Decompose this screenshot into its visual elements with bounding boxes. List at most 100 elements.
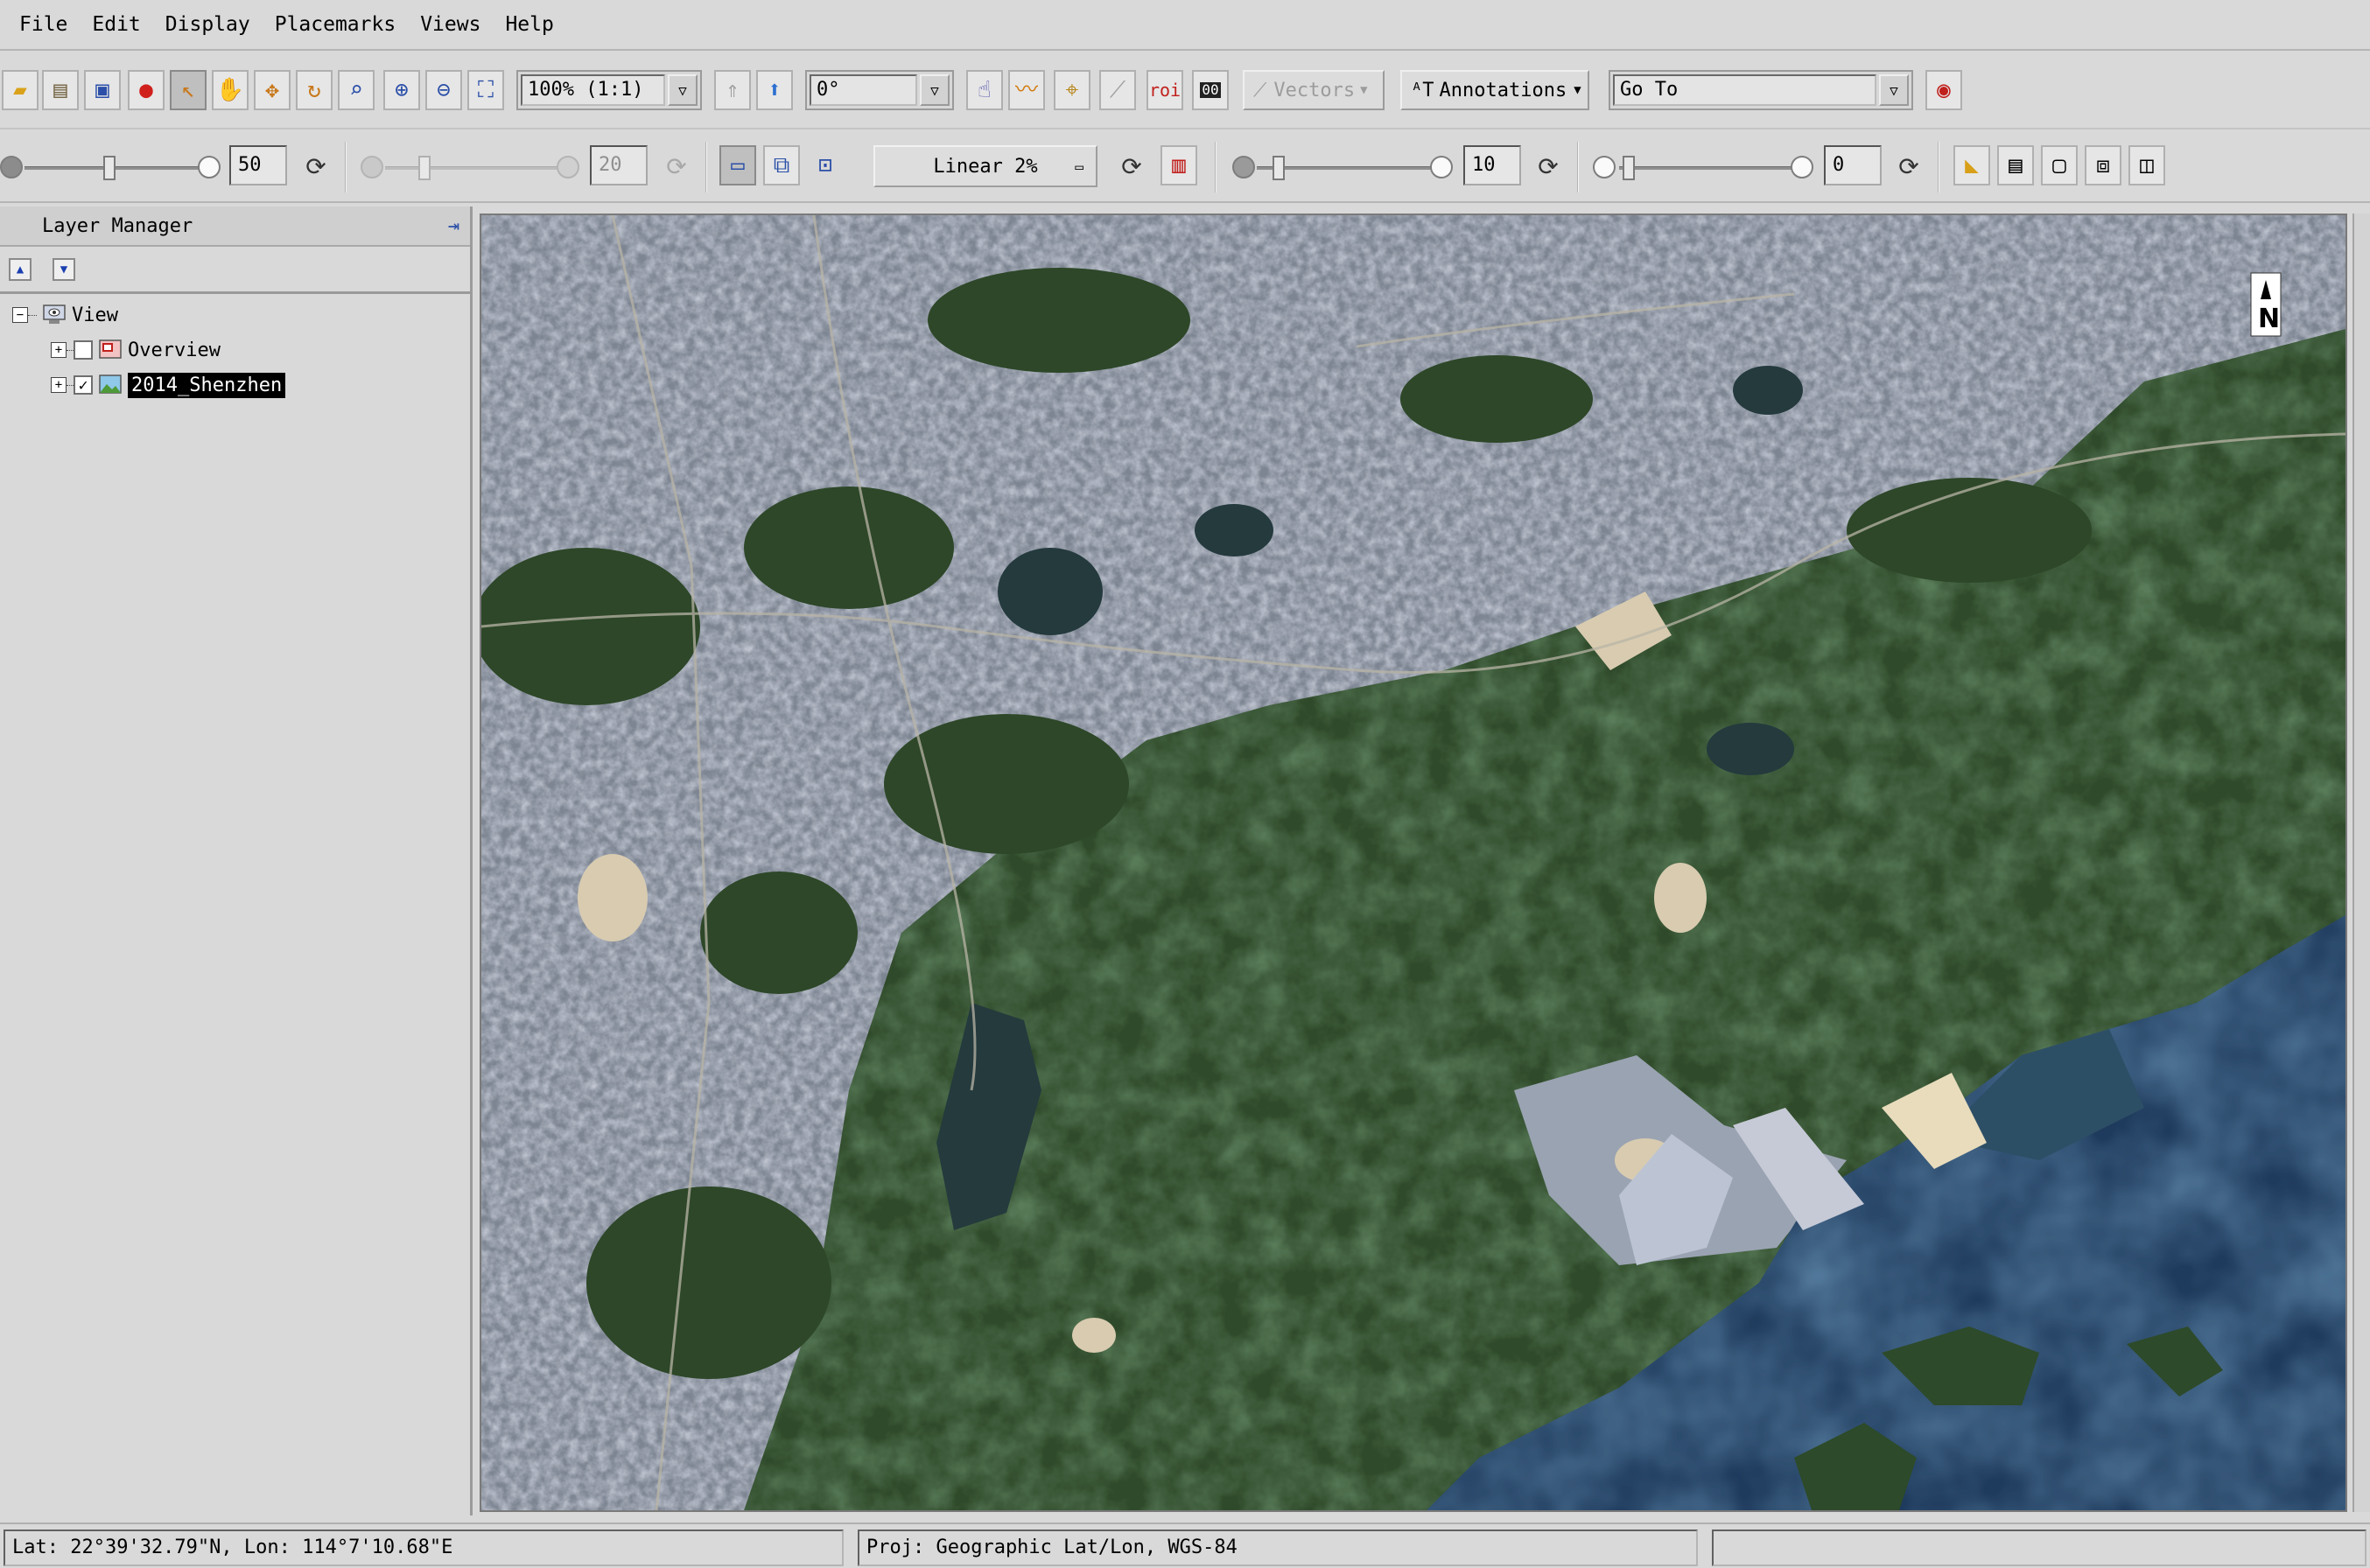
menu-placemarks[interactable]: Placemarks — [263, 0, 408, 50]
goto-input[interactable]: Go To — [1613, 74, 1876, 106]
menu-display[interactable]: Display — [153, 0, 263, 50]
tree-root-view[interactable]: − View — [12, 299, 118, 331]
crosshair-button[interactable]: ⌖ — [1054, 70, 1090, 110]
rotation-combo[interactable]: 0° ▽ — [805, 70, 954, 110]
projection-readout: Proj: Geographic Lat/Lon, WGS-84 — [858, 1530, 1698, 1566]
rotation-value[interactable]: 0° — [810, 74, 917, 106]
portal-button[interactable]: ◣ — [1953, 145, 1990, 186]
zoom-out-button[interactable]: ⊖ — [425, 70, 462, 110]
menu-edit[interactable]: Edit — [80, 0, 152, 50]
layer-row-2014-shenzhen[interactable]: + ✓ 2014_Shenzhen — [51, 369, 286, 401]
layer-visibility-checkbox[interactable] — [74, 340, 93, 360]
sharpen-reset-button[interactable]: ⟳ — [1530, 147, 1567, 186]
flicker-button[interactable]: ▢ — [2041, 145, 2078, 186]
contrast-min-icon — [361, 156, 383, 178]
view-extent-button[interactable]: ⊡ — [807, 145, 844, 186]
annotations-label: Annotations — [1439, 79, 1567, 102]
blend-button[interactable]: ▤ — [1997, 145, 2034, 186]
menu-help[interactable]: Help — [493, 0, 565, 50]
contrast-thumb[interactable] — [418, 156, 431, 180]
portal-icon: ◣ — [1965, 152, 1979, 178]
open-file-button[interactable]: ▰ — [2, 70, 39, 110]
goto-button[interactable]: ◉ — [1925, 70, 1962, 110]
transparency-slider[interactable] — [1619, 166, 1794, 170]
layer-row-overview[interactable]: + Overview — [51, 334, 221, 366]
stretch-dropdown[interactable]: Linear 2% ▭ — [873, 145, 1097, 187]
move-up-button[interactable]: ▲ — [9, 257, 32, 281]
select-icon: ↖ — [181, 77, 195, 103]
menu-views[interactable]: Views — [408, 0, 493, 50]
contrast-value[interactable]: 20 — [590, 145, 648, 186]
select-tool-button[interactable]: ↖ — [170, 70, 207, 110]
zoom-value[interactable]: 100% (1:1) — [521, 74, 665, 106]
contrast-slider[interactable] — [385, 166, 560, 170]
chip-view-button[interactable]: ▣ — [84, 70, 121, 110]
refresh-icon: ⟳ — [666, 151, 687, 181]
zoom-combo[interactable]: 100% (1:1) ▽ — [516, 70, 702, 110]
cursor-value-button[interactable]: ☝ — [966, 70, 1003, 110]
brightness-thumb[interactable] — [103, 156, 116, 180]
separator — [1577, 142, 1579, 192]
histogram-button[interactable]: ▥ — [1160, 145, 1197, 186]
chevron-down-icon[interactable]: ▽ — [920, 74, 950, 106]
main-toolbar: ▰ ▤ ▣ ● ↖ ✋ ✥ ↻ ⌕ ⊕ ⊖ ⛶ 100% (1:1) ▽ ⇑ ⬆… — [0, 54, 2370, 130]
roi-button[interactable]: roi — [1146, 70, 1183, 110]
brightness-value[interactable]: 50 — [229, 145, 287, 186]
layer-manager-title: Layer Manager — [42, 214, 193, 237]
pan-tool-button[interactable]: ✋ — [212, 70, 249, 110]
histogram-icon: ▥ — [1172, 152, 1186, 178]
layer-manager-header: Layer Manager ⇥ — [0, 206, 470, 247]
open-icon: ▰ — [13, 77, 27, 103]
zoom-fit-button[interactable]: ⛶ — [467, 70, 504, 110]
goto-combo[interactable]: Go To ▽ — [1609, 70, 1913, 110]
zoom-tool-icon: ⌕ — [349, 77, 363, 103]
dock-icon[interactable]: ⇥ — [448, 215, 459, 237]
satellite-image[interactable]: N — [481, 215, 2345, 1510]
spectral-profile-button[interactable]: 〰 — [1008, 70, 1045, 110]
layer-visibility-checkbox[interactable]: ✓ — [74, 375, 93, 395]
zoom-in-icon: ⊕ — [395, 77, 409, 103]
transparency-thumb[interactable] — [1623, 156, 1635, 180]
placemark-button[interactable]: ● — [128, 70, 165, 110]
image-view[interactable]: N — [480, 214, 2347, 1512]
pixel-locator-button[interactable]: 00 — [1192, 70, 1229, 110]
vector-icon: ⟋ — [1253, 79, 1267, 102]
contrast-reset-button[interactable]: ⟳ — [658, 147, 695, 186]
chevron-down-icon[interactable]: ▽ — [1879, 74, 1909, 106]
view-icon — [43, 304, 66, 324]
zoom-tool-button[interactable]: ⌕ — [338, 70, 375, 110]
expand-icon[interactable]: + — [51, 342, 67, 358]
collapse-icon[interactable]: − — [12, 307, 28, 323]
swipe-button[interactable]: ⧈ — [2085, 145, 2121, 186]
view-layout-button[interactable]: ◫ — [2128, 145, 2165, 186]
reset-rotation-button[interactable]: ⇑ — [714, 70, 751, 110]
menu-file[interactable]: File — [7, 0, 80, 50]
brightness-reset-button[interactable]: ⟳ — [298, 147, 334, 186]
expand-icon[interactable]: + — [51, 377, 67, 393]
refresh-icon: ⟳ — [1121, 151, 1142, 181]
fly-tool-button[interactable]: ✥ — [254, 70, 291, 110]
zoom-in-button[interactable]: ⊕ — [383, 70, 420, 110]
spectral-icon: 〰 — [1014, 77, 1038, 103]
vertical-scrollbar[interactable] — [2352, 214, 2370, 1512]
data-extent-button[interactable]: ⧉ — [763, 145, 800, 186]
sharpen-thumb[interactable] — [1273, 156, 1285, 180]
rotate-north-button[interactable]: ⬆ — [756, 70, 793, 110]
sharpen-value[interactable]: 10 — [1463, 145, 1521, 186]
separator — [345, 142, 347, 192]
move-down-button[interactable]: ▼ — [53, 257, 75, 281]
data-extent-icon: ⧉ — [773, 152, 790, 178]
roi-icon: roi — [1148, 80, 1181, 101]
chevron-down-icon[interactable]: ▽ — [668, 74, 698, 106]
rotate-tool-button[interactable]: ↻ — [296, 70, 333, 110]
transparency-reset-button[interactable]: ⟳ — [1890, 147, 1927, 186]
north-up-icon: ⇑ — [726, 77, 740, 103]
annotations-dropdown[interactable]: ᴬT Annotations ▼ — [1400, 70, 1589, 110]
clipboard-button[interactable]: ▤ — [42, 70, 79, 110]
transparency-value[interactable]: 0 — [1824, 145, 1882, 186]
full-extent-button[interactable]: ▭ — [719, 145, 756, 186]
stretch-reset-button[interactable]: ⟳ — [1113, 147, 1150, 186]
chevron-up-icon: ▲ — [16, 262, 25, 276]
vectors-dropdown[interactable]: ⟋ Vectors ▼ — [1243, 70, 1385, 110]
measure-button[interactable]: ⟋ — [1099, 70, 1136, 110]
